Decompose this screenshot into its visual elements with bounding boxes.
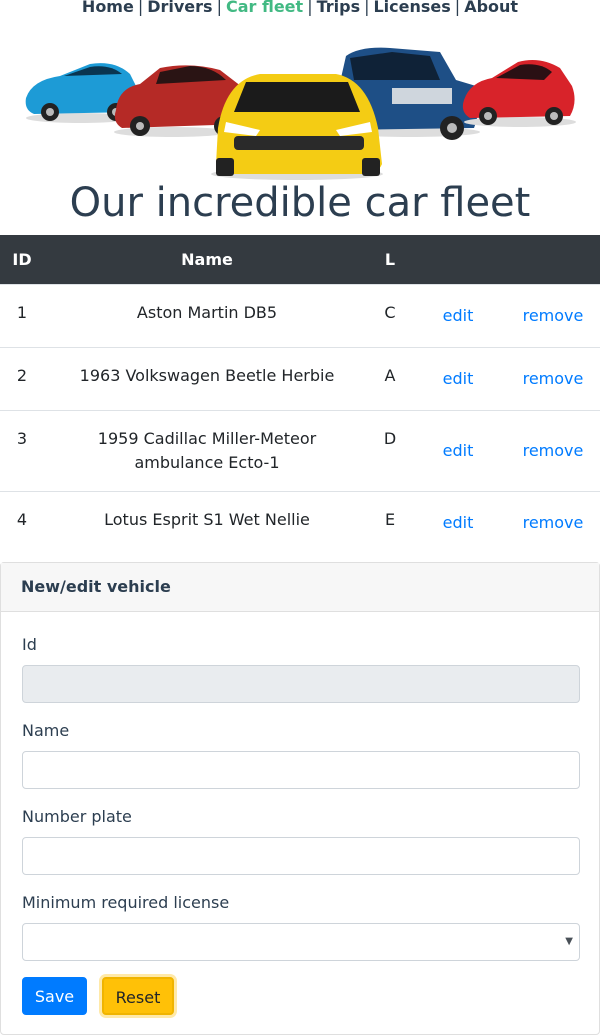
nav-about[interactable]: About [464, 0, 518, 16]
nav-separator: | [307, 0, 313, 16]
license-select[interactable]: ▼ [22, 923, 580, 961]
cell-name: Lotus Esprit S1 Wet Nellie [44, 490, 370, 554]
remove-link[interactable]: remove [523, 513, 584, 532]
table-row: 1 Aston Martin DB5 C edit remove [0, 283, 600, 347]
cell-license: A [370, 346, 410, 410]
page-title: Our incredible car fleet [69, 180, 531, 226]
form-header: New/edit vehicle [1, 563, 599, 612]
red-sedan-icon [462, 60, 576, 127]
cell-id: 4 [0, 490, 44, 554]
cell-name: 1959 Cadillac Miller-Meteor ambulance Ec… [44, 409, 370, 491]
nav-trips[interactable]: Trips [317, 0, 361, 16]
vehicle-table: ID Name L 1 Aston Martin DB5 C edit remo… [0, 235, 600, 554]
car-fleet-image [25, 47, 576, 180]
cell-id: 3 [0, 409, 44, 491]
column-header-name: Name [44, 235, 370, 284]
nav-car-fleet[interactable]: Car fleet [226, 0, 303, 16]
yellow-mustang-icon [211, 74, 383, 180]
cell-name: Aston Martin DB5 [44, 283, 370, 347]
name-field[interactable] [22, 751, 580, 789]
save-button[interactable]: Save [22, 977, 87, 1015]
edit-link[interactable]: edit [443, 441, 474, 460]
cell-id: 2 [0, 346, 44, 410]
cell-name: 1963 Volkswagen Beetle Herbie [44, 346, 370, 410]
table-row: 2 1963 Volkswagen Beetle Herbie A edit r… [0, 346, 600, 410]
id-field[interactable] [22, 665, 580, 703]
table-row: 3 1959 Cadillac Miller-Meteor ambulance … [0, 409, 600, 491]
edit-link[interactable]: edit [443, 513, 474, 532]
column-header-edit [410, 235, 506, 284]
nav-home[interactable]: Home [82, 0, 134, 16]
nav-drivers[interactable]: Drivers [147, 0, 212, 16]
id-label: Id [22, 635, 37, 654]
cell-license: C [370, 283, 410, 347]
column-header-license: L [370, 235, 410, 284]
column-header-remove [506, 235, 600, 284]
remove-link[interactable]: remove [523, 369, 584, 388]
license-label: Minimum required license [22, 893, 230, 912]
edit-link[interactable]: edit [443, 306, 474, 325]
table-header-row: ID Name L [0, 235, 600, 284]
edit-link[interactable]: edit [443, 369, 474, 388]
table-row: 4 Lotus Esprit S1 Wet Nellie E edit remo… [0, 490, 600, 554]
nav-separator: | [137, 0, 144, 16]
nav-separator: | [454, 0, 461, 16]
cell-license: D [370, 409, 410, 491]
vehicle-form-card: New/edit vehicle Id Name Number plate Mi… [0, 562, 600, 1035]
nav-licenses[interactable]: Licenses [373, 0, 450, 16]
name-label: Name [22, 721, 70, 740]
remove-link[interactable]: remove [523, 306, 584, 325]
reset-button[interactable]: Reset [102, 977, 174, 1015]
remove-link[interactable]: remove [523, 441, 584, 460]
nav-separator: | [364, 0, 370, 16]
number-plate-field[interactable] [22, 837, 580, 875]
chevron-down-icon: ▼ [565, 936, 573, 947]
cell-license: E [370, 490, 410, 554]
nav-separator: | [216, 0, 222, 16]
column-header-id: ID [0, 235, 44, 284]
cell-id: 1 [0, 283, 44, 347]
main-nav: Home | Drivers | Car fleet | Trips | Licenses | Ab… [0, 0, 600, 17]
number-plate-label: Number plate [22, 807, 132, 826]
